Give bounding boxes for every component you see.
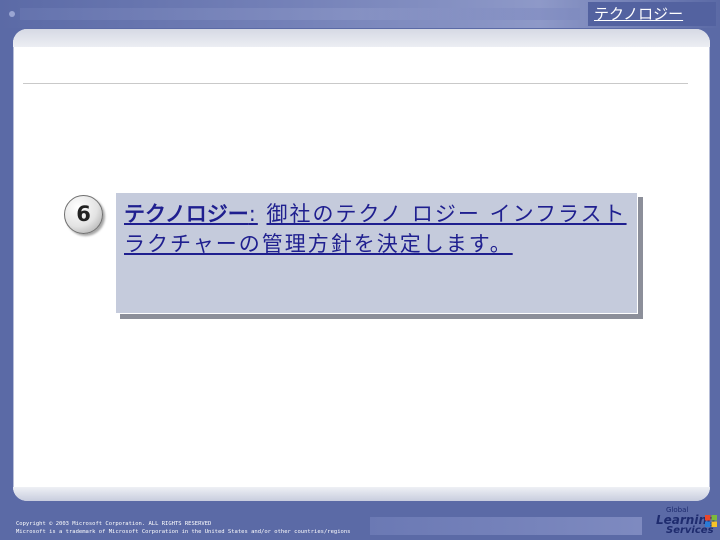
panel-footer-bar [13,487,710,501]
copyright-notice: Copyright © 2003 Microsoft Corporation. … [16,520,350,536]
footer-bar [370,517,642,535]
technology-keyword-link[interactable]: テクノロジー [124,202,249,226]
banner-strip [20,8,580,20]
callout-separator: : [248,202,258,226]
windows-flag-icon [705,515,717,527]
copyright-line-1: Copyright © 2003 Microsoft Corporation. … [16,521,212,527]
banner-dot-icon [9,11,15,17]
callout-line-2: ラクチャーの管理方針を決定します。 [124,232,513,256]
step-number-badge: 6 [64,195,103,234]
callout-line-1: 御社のテクノ ロジー インフラスト [266,202,627,226]
title-divider [23,83,688,84]
global-learning-services-logo: Global Learning Services [650,506,718,540]
copyright-line-2: Microsoft is a trademark of Microsoft Co… [16,529,351,535]
technology-nav-link[interactable]: テクノロジー [588,2,716,26]
panel-header-bar [13,29,710,47]
callout-text: テクノロジー: 御社のテクノ ロジー インフラスト ラクチャーの管理方針を決定し… [124,199,629,259]
callout-box: テクノロジー: 御社のテクノ ロジー インフラスト ラクチャーの管理方針を決定し… [115,192,638,314]
